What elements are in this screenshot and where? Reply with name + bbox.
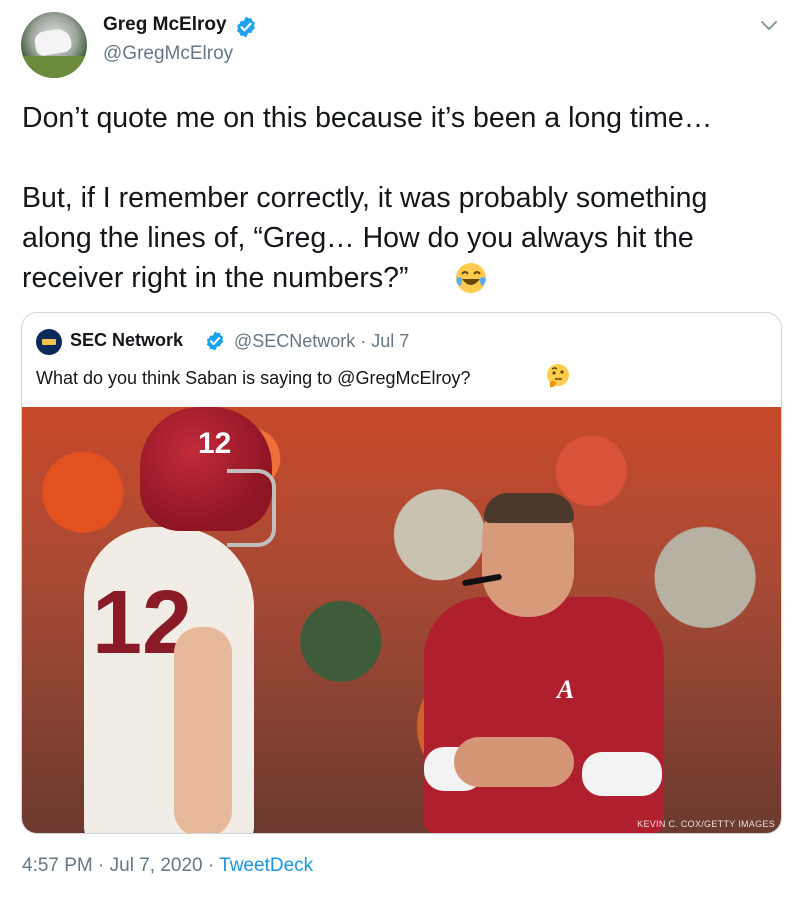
tweet-card: Greg McElroy @GregMcElroy Don’t quote me… [0, 0, 800, 897]
coach-sleeve-right [582, 752, 662, 796]
quoted-tweet[interactable]: SEC Network @SECNetwork · Jul 7 What do … [21, 312, 782, 834]
helmet-facemask [227, 469, 276, 547]
tweet-text: Don’t quote me on this because it’s been… [22, 102, 713, 294]
helmet-number: 12 [198, 427, 232, 460]
author-display-name[interactable]: Greg McElroy [103, 14, 227, 36]
author-handle[interactable]: @GregMcElroy [103, 43, 233, 65]
chevron-down-icon[interactable] [760, 20, 778, 32]
quarterback-arm [174, 627, 232, 833]
tweet-footer: 4:57 PM · Jul 7, 2020 · TweetDeck [22, 855, 313, 877]
author-avatar[interactable] [21, 12, 87, 78]
avatar-field [21, 56, 87, 78]
shirt-logo: A [557, 675, 575, 704]
photo-credit: KEVIN C. COX/GETTY IMAGES [637, 819, 775, 829]
verified-badge-icon [237, 16, 255, 38]
coach-shirt [424, 597, 664, 833]
face-with-tears-of-joy-icon [456, 263, 486, 293]
tweet-source-link[interactable]: TweetDeck [219, 855, 313, 876]
quoted-display-name[interactable]: SEC Network [70, 330, 183, 351]
quoted-handle-date[interactable]: @SECNetwork · Jul 7 [234, 331, 409, 352]
verified-badge-icon [206, 331, 224, 351]
quoted-tweet-text: What do you think Saban is saying to @Gr… [36, 368, 471, 388]
coach-hair [484, 493, 574, 523]
thinking-face-icon [547, 364, 569, 388]
quoted-tweet-photo[interactable]: 12 12 A KEVIN C. COX/GETTY IMAGES [22, 407, 781, 833]
quoted-author-avatar[interactable] [36, 329, 62, 355]
tweet-timestamp[interactable]: 4:57 PM · Jul 7, 2020 · [22, 855, 219, 876]
avatar-player [33, 27, 73, 57]
coach-hands [454, 737, 574, 787]
sec-network-logo-icon [42, 339, 56, 345]
